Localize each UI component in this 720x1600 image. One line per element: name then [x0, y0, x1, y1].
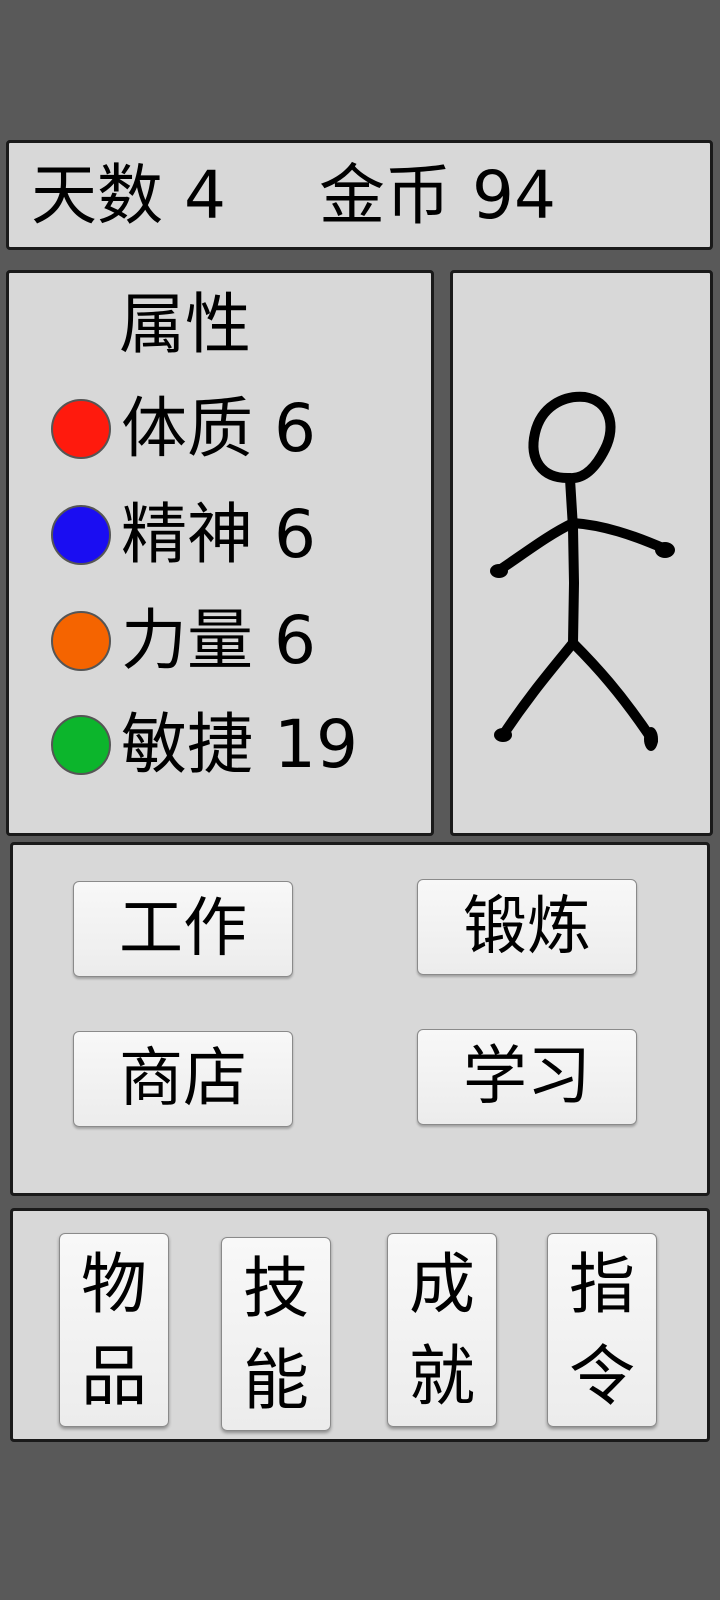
attribute-strength: 力量 6 — [51, 601, 316, 681]
study-button[interactable]: 学习 — [417, 1029, 637, 1125]
achievements-label-bottom: 就 — [409, 1339, 475, 1413]
gold-counter: 金币 94 — [319, 157, 556, 235]
train-button[interactable]: 锻炼 — [417, 879, 637, 975]
attributes-panel: 属性 体质 6 精神 6 力量 6 敏捷 19 — [6, 270, 434, 836]
constitution-dot-icon — [51, 399, 111, 459]
spirit-label: 精神 — [121, 496, 253, 573]
avatar-panel — [450, 270, 713, 836]
strength-label: 力量 — [121, 602, 253, 679]
status-bar: 天数 4 金币 94 — [6, 140, 713, 250]
day-label: 天数 — [31, 157, 163, 234]
commands-button[interactable]: 指 令 — [547, 1233, 657, 1427]
stick-figure-icon — [490, 391, 675, 751]
shop-button[interactable]: 商店 — [73, 1031, 293, 1127]
menu-panel: 物 品 技 能 成 就 指 令 — [10, 1208, 710, 1442]
gold-label: 金币 — [319, 157, 451, 234]
agility-value: 19 — [273, 706, 358, 783]
achievements-label-top: 成 — [409, 1247, 475, 1321]
constitution-label: 体质 — [121, 390, 253, 467]
items-label-bottom: 品 — [81, 1339, 147, 1413]
gold-value: 94 — [471, 157, 556, 234]
items-label-top: 物 — [81, 1247, 147, 1321]
attribute-spirit: 精神 6 — [51, 495, 316, 575]
attribute-constitution: 体质 6 — [51, 389, 316, 469]
commands-label-bottom: 令 — [569, 1339, 635, 1413]
strength-dot-icon — [51, 611, 111, 671]
constitution-value: 6 — [273, 390, 316, 467]
attribute-agility: 敏捷 19 — [51, 705, 358, 785]
day-counter: 天数 4 — [31, 157, 226, 235]
agility-dot-icon — [51, 715, 111, 775]
spirit-dot-icon — [51, 505, 111, 565]
actions-panel: 工作 锻炼 商店 学习 — [10, 842, 710, 1196]
commands-label-top: 指 — [569, 1247, 635, 1321]
skills-button[interactable]: 技 能 — [221, 1237, 331, 1431]
spirit-value: 6 — [273, 496, 316, 573]
achievements-button[interactable]: 成 就 — [387, 1233, 497, 1427]
strength-value: 6 — [273, 602, 316, 679]
day-value: 4 — [183, 157, 226, 234]
attributes-title: 属性 — [119, 286, 251, 363]
agility-label: 敏捷 — [121, 706, 253, 783]
skills-label-bottom: 能 — [243, 1343, 309, 1417]
skills-label-top: 技 — [243, 1251, 309, 1325]
items-button[interactable]: 物 品 — [59, 1233, 169, 1427]
work-button[interactable]: 工作 — [73, 881, 293, 977]
